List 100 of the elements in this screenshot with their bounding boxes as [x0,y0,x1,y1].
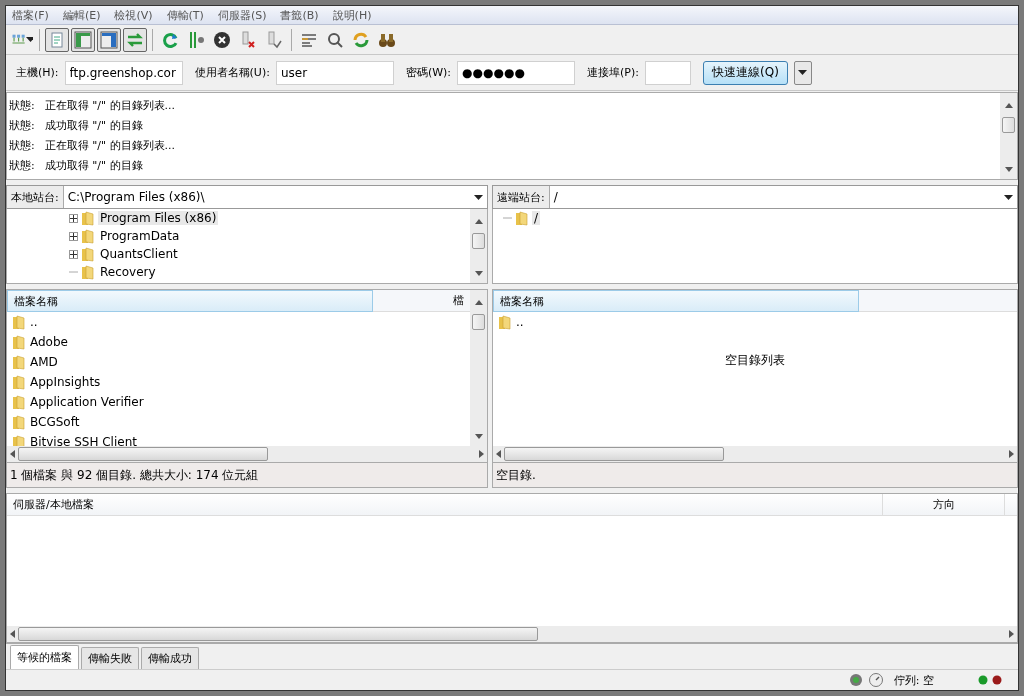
scroll-arrow-icon[interactable] [474,434,483,439]
log-message: 成功取得 "/" 的目錄 [44,117,143,133]
tree-label: Program Files (x86) [98,211,219,225]
vertical-scrollbar[interactable] [470,290,487,446]
tree-item[interactable]: Recovery [69,263,470,281]
tree-item[interactable]: QuantsClient [69,245,470,263]
tree-item[interactable]: / [503,209,1017,227]
log-message: 成功取得 "/" 的目錄 [44,157,143,173]
scroll-arrow-icon[interactable] [1009,630,1014,638]
input-field[interactable]: ftp.greenshop.cor [64,60,183,85]
tree-label: / [532,211,541,225]
expand-icon[interactable] [69,213,78,223]
expand-icon[interactable] [69,231,78,241]
gear-icon[interactable] [847,672,864,688]
input-field[interactable]: user [275,60,394,85]
folder-icon [12,334,26,350]
log-label: 狀態: [9,157,35,173]
scrollbar-thumb[interactable] [472,314,485,330]
queue-tab[interactable]: 傳輸失敗 [81,647,139,669]
scroll-arrow-icon[interactable] [474,300,483,305]
field-label: 主機(H): [16,65,59,80]
input-field[interactable]: ●●●●●● [457,60,576,85]
gauge-icon[interactable] [867,672,884,688]
file-name: AMD [30,355,58,369]
scrollbar-thumb[interactable] [472,233,485,249]
expand-icon[interactable] [69,249,78,259]
field-label: 使用者名稱(U): [194,65,270,80]
tree-item[interactable]: Program Files (x86) [69,209,470,227]
scroll-arrow-icon[interactable] [1004,167,1013,172]
site-label: 本地站台: [7,186,64,208]
log-label: 狀態: [9,117,35,133]
file-row[interactable]: AMD [7,352,470,372]
field-label: 密碼(W): [405,65,452,80]
tree-label: Recovery [99,265,157,279]
folder-icon [81,264,95,280]
caret-icon [798,70,808,75]
scroll-arrow-icon[interactable] [479,450,484,458]
folder-icon [12,414,26,430]
menu-item[interactable]: 檔案(F) [12,7,49,23]
quickconnect-button[interactable]: 快速連線(Q) [703,60,788,85]
column-header[interactable]: 檔 [373,290,470,312]
tree-item[interactable]: ProgramData [69,227,470,245]
column-header[interactable]: 方向 [882,494,1004,515]
log-label: 狀態: [9,137,35,153]
file-name: .. [30,315,38,329]
path-dropdown[interactable]: / [549,186,1017,208]
menu-item[interactable]: 傳輸(T) [166,7,204,23]
column-header[interactable]: 伺服器/本地檔案 [7,494,882,515]
scroll-arrow-icon[interactable] [474,219,483,224]
scrollbar-thumb[interactable] [1002,117,1015,133]
file-row[interactable]: .. [7,312,470,332]
scroll-arrow-icon[interactable] [1004,103,1013,108]
menu-item[interactable]: 檢視(V) [114,7,153,23]
log-label: 狀態: [9,97,35,113]
menu-item[interactable]: 說明(H) [332,7,372,23]
folder-icon [12,394,26,410]
scroll-arrow-icon[interactable] [496,450,501,458]
menu-item[interactable]: 書籤(B) [280,7,319,23]
file-row[interactable]: BCGSoft [7,412,470,432]
scroll-arrow-icon[interactable] [474,271,483,276]
horizontal-scrollbar[interactable] [493,446,1017,462]
scrollbar-thumb[interactable] [504,447,724,461]
path-dropdown[interactable]: C:\Program Files (x86)\ [63,186,487,208]
menu-item[interactable]: 伺服器(S) [217,7,267,23]
queue-tab[interactable]: 傳輸成功 [141,647,199,669]
scroll-arrow-icon[interactable] [1009,450,1014,458]
file-row[interactable]: AppInsights [7,372,470,392]
queue-tab[interactable]: 等候的檔案 [10,645,79,669]
status-text: 1 個檔案 與 92 個目錄. 總共大小: 174 位元組 [10,466,259,484]
horizontal-scrollbar[interactable] [7,446,487,462]
column-header[interactable]: 檔案名稱 [493,290,859,312]
file-name: BCGSoft [30,415,80,429]
log-message: 正在取得 "/" 的目錄列表... [44,97,176,113]
file-row[interactable]: Adobe [7,332,470,352]
file-row[interactable]: .. [493,312,1017,332]
file-row[interactable]: Bitvise SSH Client [7,432,470,446]
file-name: Application Verifier [30,395,144,409]
caret-icon [474,194,483,200]
scrollbar-thumb[interactable] [18,447,268,461]
folder-icon [81,246,95,262]
status-text: 空目錄. [496,466,536,484]
scroll-arrow-icon[interactable] [10,630,15,638]
vertical-scrollbar[interactable] [470,209,487,283]
input-field[interactable] [645,60,691,85]
menu-item[interactable]: 編輯(E) [62,7,101,23]
caret-icon [26,37,33,42]
vertical-scrollbar[interactable] [1000,93,1017,179]
folder-icon [12,354,26,370]
scrollbar-thumb[interactable] [18,627,538,641]
dropdown-button[interactable] [793,60,812,85]
log-message: 正在取得 "/" 的目錄列表... [44,137,176,153]
file-row[interactable]: Application Verifier [7,392,470,412]
scroll-arrow-icon[interactable] [10,450,15,458]
folder-icon [515,210,529,226]
column-header[interactable]: 檔案名稱 [7,290,373,312]
file-name: AppInsights [30,375,101,389]
folder-icon [12,314,26,330]
horizontal-scrollbar[interactable] [7,626,1017,642]
panel-icon [99,29,119,50]
cancel-icon [212,29,232,50]
